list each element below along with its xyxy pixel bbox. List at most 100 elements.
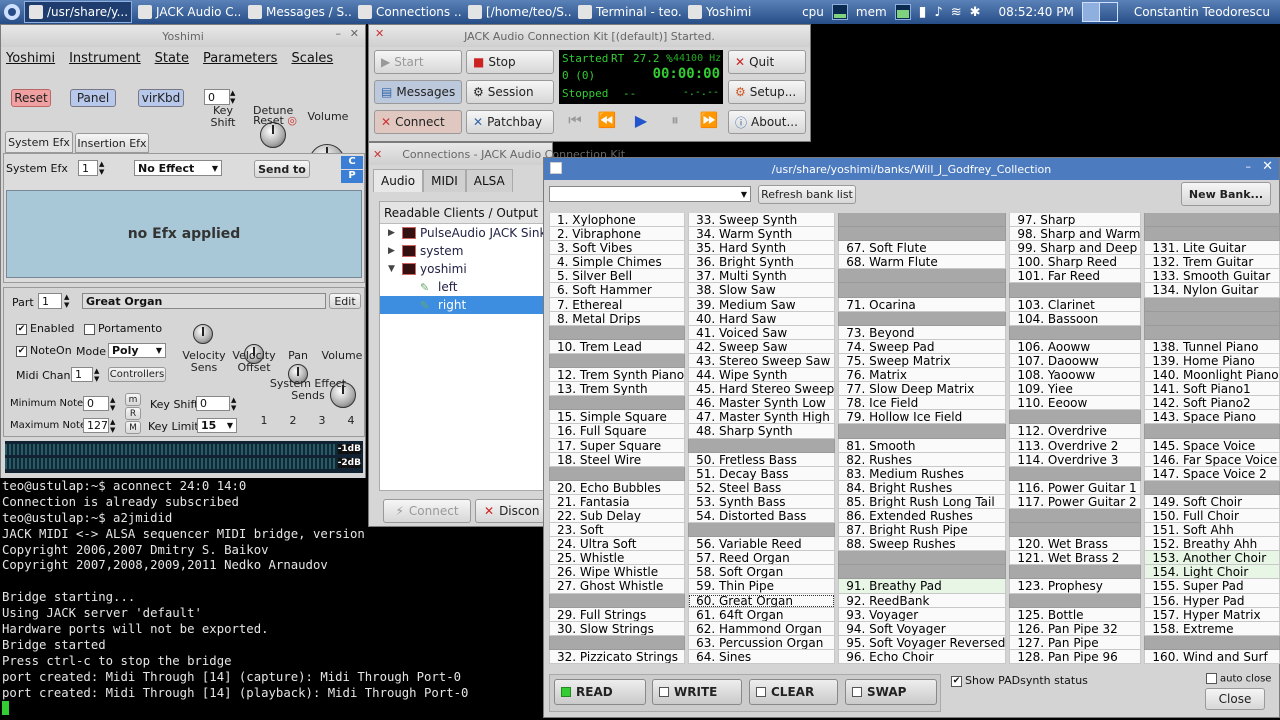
- instrument-slot[interactable]: 73. Beyond: [838, 325, 1007, 340]
- instrument-slot[interactable]: 67. Soft Flute: [838, 241, 1007, 256]
- instrument-slot[interactable]: 17. Super Square: [549, 438, 686, 453]
- empty-slot[interactable]: [838, 227, 1007, 242]
- empty-slot[interactable]: [1144, 424, 1280, 439]
- instrument-slot[interactable]: 153. Another Choir: [1144, 551, 1280, 566]
- instrument-slot[interactable]: 107. Daooww: [1009, 353, 1142, 369]
- instrument-slot[interactable]: 100. Sharp Reed: [1009, 255, 1142, 270]
- close-icon[interactable]: ✕: [350, 27, 359, 40]
- instrument-slot[interactable]: 149. Soft Choir: [1144, 494, 1280, 509]
- controllers-button[interactable]: Controllers: [108, 367, 166, 382]
- instrument-slot[interactable]: 106. Aooww: [1009, 339, 1142, 354]
- connect-button[interactable]: ✕ Connect: [374, 110, 462, 134]
- instrument-slot[interactable]: 158. Extreme: [1144, 621, 1280, 636]
- m-button[interactable]: m: [125, 393, 141, 406]
- instrument-slot[interactable]: 58. Soft Organ: [688, 565, 836, 580]
- instrument-slot[interactable]: 74. Sweep Pad: [838, 339, 1007, 354]
- key-shift-stepper[interactable]: ▲ ▼: [230, 89, 240, 105]
- instrument-slot[interactable]: 154. Light Choir: [1144, 565, 1280, 580]
- instrument-slot[interactable]: 145. Space Voice: [1144, 438, 1280, 453]
- instrument-slot[interactable]: 94. Soft Voyager: [838, 621, 1007, 636]
- instrument-slot[interactable]: 77. Slow Deep Matrix: [838, 382, 1007, 397]
- send-to-button[interactable]: Send to: [254, 160, 310, 178]
- instrument-slot[interactable]: 46. Master Synth Low: [688, 396, 836, 411]
- key-shift2-input[interactable]: 0: [196, 396, 230, 411]
- system-efx-stepper[interactable]: ▲ ▼: [99, 160, 104, 176]
- instrument-slot[interactable]: 5. Silver Bell: [549, 269, 686, 284]
- taskbar-task[interactable]: Terminal - teo...: [574, 1, 682, 23]
- empty-slot[interactable]: [1009, 283, 1142, 298]
- tab-insertion-efx[interactable]: Insertion Efx: [75, 133, 149, 153]
- bluetooth-icon[interactable]: ✱: [970, 5, 981, 20]
- panel-button[interactable]: Panel: [70, 89, 116, 107]
- bank-titlebar[interactable]: /usr/share/yoshimi/banks/Will_J_Godfrey_…: [544, 158, 1279, 180]
- close-icon[interactable]: ✕: [1262, 159, 1273, 174]
- instrument-slot[interactable]: 79. Hollow Ice Field: [838, 410, 1007, 425]
- instrument-slot[interactable]: 112. Overdrive: [1009, 424, 1142, 439]
- instrument-slot[interactable]: 30. Slow Strings: [549, 621, 686, 636]
- messages-button[interactable]: ▤ Messages: [374, 80, 462, 104]
- instrument-slot[interactable]: 16. Full Square: [549, 424, 686, 439]
- workspace-switcher[interactable]: [1081, 2, 1118, 22]
- instrument-slot[interactable]: 93. Voyager: [838, 607, 1007, 622]
- quit-button[interactable]: ✕ Quit: [728, 50, 806, 74]
- empty-slot[interactable]: [1009, 565, 1142, 580]
- empty-slot[interactable]: [549, 396, 686, 411]
- instrument-slot[interactable]: 54. Distorted Bass: [688, 508, 836, 524]
- instrument-slot[interactable]: 81. Smooth: [838, 438, 1007, 453]
- tree-expand-icon[interactable]: ▶: [388, 246, 398, 256]
- instrument-slot[interactable]: 128. Pan Pipe 96: [1009, 649, 1142, 664]
- tree-expand-icon[interactable]: ▼: [388, 264, 398, 274]
- instrument-slot[interactable]: 123. Prophesy: [1009, 579, 1142, 594]
- instrument-slot[interactable]: 151. Soft Ahh: [1144, 523, 1280, 538]
- show-padsynth-checkbox[interactable]: ✔ Show PADsynth status: [951, 674, 1088, 687]
- noteon-checkbox[interactable]: ✔ NoteOn: [16, 344, 72, 357]
- close-button[interactable]: Close: [1205, 688, 1265, 710]
- instrument-slot[interactable]: 126. Pan Pipe 32: [1009, 621, 1142, 636]
- instrument-slot[interactable]: 134. Nylon Guitar: [1144, 283, 1280, 298]
- instrument-slot[interactable]: 63. Percussion Organ: [688, 635, 836, 650]
- instrument-slot[interactable]: 156. Hyper Pad: [1144, 593, 1280, 608]
- max-note-input[interactable]: 127: [83, 418, 109, 433]
- taskbar-task[interactable]: Messages / S...: [244, 1, 352, 23]
- instrument-slot[interactable]: 132. Trem Guitar: [1144, 255, 1280, 270]
- instrument-slot[interactable]: 121. Wet Brass 2: [1009, 551, 1142, 566]
- instrument-slot[interactable]: 98. Sharp and Warm: [1009, 227, 1142, 242]
- tree-item[interactable]: ▶ system: [380, 242, 553, 260]
- write-button[interactable]: WRITE: [652, 679, 742, 705]
- about-button[interactable]: ⓘ About...: [728, 110, 806, 134]
- instrument-slot[interactable]: 139. Home Piano: [1144, 353, 1280, 369]
- instrument-slot[interactable]: 26. Wipe Whistle: [549, 565, 686, 580]
- instrument-slot[interactable]: 36. Bright Synth: [688, 255, 836, 270]
- part-stepper[interactable]: ▲ ▼: [64, 293, 69, 309]
- instrument-slot[interactable]: 104. Bassoon: [1009, 311, 1142, 326]
- instrument-slot[interactable]: 113. Overdrive 2: [1009, 438, 1142, 453]
- part-number[interactable]: 1: [38, 293, 62, 309]
- volume-icon[interactable]: ♪: [934, 5, 942, 20]
- min-note-stepper[interactable]: ▲ ▼: [110, 396, 115, 412]
- empty-slot[interactable]: [688, 523, 836, 538]
- key-shift-input[interactable]: 0: [204, 89, 230, 105]
- p-button[interactable]: P: [341, 170, 363, 183]
- instrument-slot[interactable]: 3. Soft Vibes: [549, 241, 686, 256]
- empty-slot[interactable]: [838, 311, 1007, 326]
- instrument-slot[interactable]: 21. Fantasia: [549, 494, 686, 509]
- instrument-slot[interactable]: 114. Overdrive 3: [1009, 452, 1142, 467]
- user-name[interactable]: Constantin Teodorescu: [1134, 5, 1270, 19]
- transport-backward-icon[interactable]: ⏪: [593, 111, 621, 133]
- instrument-slot[interactable]: 110. Eeoow: [1009, 396, 1142, 411]
- empty-slot[interactable]: [838, 269, 1007, 284]
- instrument-slot[interactable]: 117. Power Guitar 2: [1009, 494, 1142, 509]
- connect-button[interactable]: ⚡ Connect: [383, 499, 471, 523]
- instrument-slot[interactable]: 57. Reed Organ: [688, 551, 836, 566]
- instrument-slot[interactable]: 50. Fretless Bass: [688, 452, 836, 467]
- empty-slot[interactable]: [549, 635, 686, 650]
- instrument-slot[interactable]: 146. Far Space Voice: [1144, 452, 1280, 467]
- tab-midi[interactable]: MIDI: [423, 169, 466, 192]
- instrument-slot[interactable]: 97. Sharp: [1009, 213, 1142, 228]
- taskbar-task[interactable]: Connections ...: [354, 1, 462, 23]
- setup-button[interactable]: ⚙ Setup...: [728, 80, 806, 104]
- instrument-slot[interactable]: 152. Breathy Ahh: [1144, 537, 1280, 552]
- instrument-slot[interactable]: 18. Steel Wire: [549, 452, 686, 467]
- transport-pause-icon[interactable]: ⏸: [661, 111, 689, 133]
- instrument-slot[interactable]: 42. Sweep Saw: [688, 339, 836, 354]
